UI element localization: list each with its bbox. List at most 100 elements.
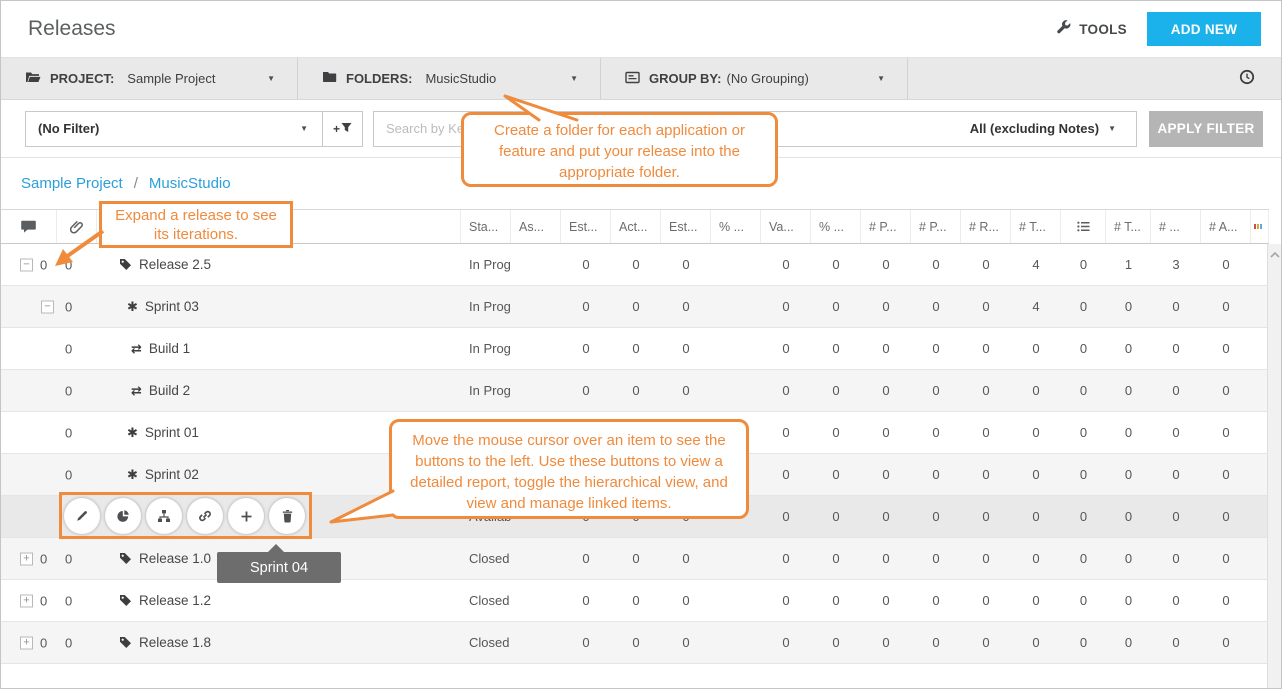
expander-icon[interactable]: + [20,552,33,565]
groupby-label: GROUP BY: [649,71,721,86]
comment-count: 0 [40,593,47,608]
saved-filter-select[interactable]: (No Filter) ▼ [25,111,323,147]
item-name: Build 2 [149,383,190,398]
value-cell: 0 [1011,412,1061,453]
add-new-button[interactable]: ADD NEW [1147,12,1261,46]
add-plus-icon [240,510,253,523]
item-name-cell[interactable]: Release 2.5 [97,244,461,285]
value-cell: 0 [561,538,611,579]
expander-icon[interactable]: + [20,636,33,649]
delete-button[interactable] [269,498,305,534]
link-button[interactable] [187,498,223,534]
value-cell: 0 [611,286,661,327]
apply-filter-button[interactable]: APPLY FILTER [1149,111,1263,147]
table-row[interactable]: 0⇄Build 1In Progress0000000000000 [1,328,1269,370]
breadcrumb-project-link[interactable]: Sample Project [21,175,123,192]
groupby-dropdown[interactable]: GROUP BY: (No Grouping) ▼ [601,58,908,99]
value-cell: 0 [611,328,661,369]
column-header-status[interactable]: Sta... [461,210,511,243]
value-cell: 4 [1011,244,1061,285]
value-cell [511,538,561,579]
value-cell: 0 [811,370,861,411]
sprint-icon: ✱ [127,299,138,315]
expander-icon[interactable]: − [20,258,33,271]
value-cell: 0 [661,370,711,411]
expander-icon[interactable]: − [41,300,54,313]
column-header[interactable]: # R... [961,210,1011,243]
list-column-header[interactable] [1061,210,1106,243]
folders-label: FOLDERS: [346,71,412,86]
table-row[interactable]: −0✱Sprint 03In Progress0000000040000 [1,286,1269,328]
item-name-cell[interactable]: ✱Sprint 03 [97,286,461,327]
value-cell: 0 [961,538,1011,579]
value-cell: 0 [961,496,1011,537]
tools-button[interactable]: TOOLS [1056,20,1127,38]
add-button[interactable] [228,498,264,534]
column-header[interactable]: Est... [561,210,611,243]
project-dropdown[interactable]: PROJECT: Sample Project ▼ [1,58,298,99]
value-cell: 0 [1201,496,1251,537]
value-cell: 0 [1151,454,1201,495]
project-label: PROJECT: [50,71,114,86]
columns-customize-icon[interactable] [1251,210,1269,243]
table-row[interactable]: −00Release 2.5In Progress0000000040130 [1,244,1269,286]
add-filter-button[interactable]: + [323,111,363,147]
item-name: Sprint 02 [145,467,199,482]
value-cell: 0 [561,328,611,369]
callout-expand-arrow [41,223,111,278]
column-header[interactable]: % ... [711,210,761,243]
breadcrumb-folder-link[interactable]: MusicStudio [149,175,231,192]
value-cell: 0 [1106,580,1151,621]
value-cell: 0 [1151,328,1201,369]
table-row[interactable]: +00Release 1.8Closed0000000000000 [1,622,1269,664]
column-header[interactable]: # ... [1151,210,1201,243]
column-header[interactable]: As... [511,210,561,243]
value-cell: 0 [661,244,711,285]
value-cell: 0 [1201,454,1251,495]
row-gutter: +0 [1,622,57,663]
comment-icon [21,220,36,233]
item-name-cell[interactable]: Release 1.8 [97,622,461,663]
hierarchy-button[interactable] [146,498,182,534]
attachment-count-cell: 0 [57,580,97,621]
wrench-icon [1056,20,1071,38]
column-header[interactable]: # T... [1106,210,1151,243]
value-cell: 0 [1201,244,1251,285]
expander-icon[interactable]: + [20,594,33,607]
item-name-cell[interactable]: ⇄Build 1 [97,328,461,369]
column-header[interactable]: # A... [1201,210,1251,243]
value-cell: 0 [811,244,861,285]
chevron-down-icon: ▼ [877,74,893,83]
item-name-cell[interactable]: Release 1.2 [97,580,461,621]
value-cell: 0 [561,244,611,285]
column-header[interactable]: # T... [1011,210,1061,243]
value-cell: 0 [1011,454,1061,495]
search-scope-select[interactable]: All (excluding Notes) ▼ [970,121,1124,136]
callout-hover: Move the mouse cursor over an item to se… [389,419,749,519]
column-header[interactable]: Va... [761,210,811,243]
history-clock-icon[interactable] [1239,69,1255,88]
column-header[interactable]: # P... [911,210,961,243]
value-cell: 0 [611,580,661,621]
row-gutter: +0 [1,580,57,621]
table-row[interactable]: +00Release 1.0Closed0000000000000 [1,538,1269,580]
item-name-cell[interactable]: ⇄Build 2 [97,370,461,411]
vertical-scrollbar[interactable] [1267,244,1281,688]
column-header[interactable]: Act... [611,210,661,243]
sprint-icon: ✱ [127,467,138,483]
folders-dropdown[interactable]: FOLDERS: MusicStudio ▼ [298,58,601,99]
column-header[interactable]: Est... [661,210,711,243]
column-header[interactable]: # P... [861,210,911,243]
value-cell: 0 [1151,496,1201,537]
edit-pencil-button[interactable] [64,498,100,534]
item-name: Release 1.0 [139,551,211,566]
report-button[interactable] [105,498,141,534]
callout-folders-tail [479,94,599,124]
value-cell: 0 [911,244,961,285]
value-cell: 0 [961,244,1011,285]
table-row[interactable]: +00Release 1.2Closed0000000000000 [1,580,1269,622]
column-header[interactable]: % ... [811,210,861,243]
release-tag-icon [119,258,132,271]
row-gutter [1,454,57,495]
table-row[interactable]: 0⇄Build 2In Progress0000000000000 [1,370,1269,412]
